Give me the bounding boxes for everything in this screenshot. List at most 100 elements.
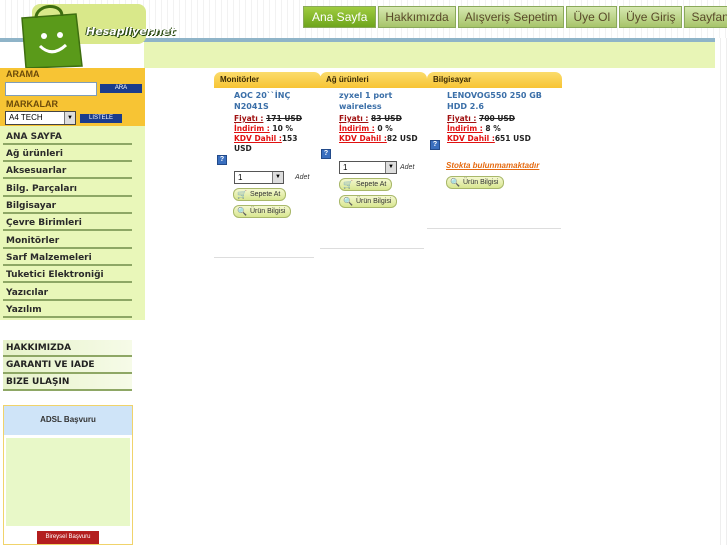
discount-value: 0 % [377,124,393,133]
discount-label: İndirim : [339,124,375,133]
quantity-select[interactable]: 1 ▼ [234,171,284,184]
category-item[interactable]: Bilg. Parçaları [3,181,132,197]
category-item[interactable]: Monitörler [3,233,132,249]
info-link-iletisim[interactable]: BIZE ULAŞIN [3,374,132,391]
product-info-label: Ürün Bilgisi [462,179,499,186]
price-row: Fiyatı : 700 USD [447,114,515,124]
product-info-button[interactable]: 🔍 Ürün Bilgisi [446,176,505,189]
add-to-cart-button[interactable]: 🛒 Sepete At [233,188,287,201]
quantity-select[interactable]: 1 ▼ [339,161,397,174]
add-to-cart-button[interactable]: 🛒 Sepete At [339,178,393,191]
kdv-row: KDV Dahil :651 USD [447,134,531,144]
category-item[interactable]: Yazılım [3,302,132,318]
category-menu: ANA SAYFA Ağ ürünleri Aksesuarlar Bilg. … [0,126,145,320]
discount-row: İndirim : 10 % [234,124,293,134]
product-card: Bilgisayar LENOVOG550 250 GB HDD 2.6 Fiy… [427,72,562,230]
price-value: 171 USD [266,114,303,123]
page: { "logo": {"text": "Hesapliyer.net"}, "n… [0,0,727,545]
info-link-garanti[interactable]: GARANTI VE IADE [3,357,132,374]
main-nav: Ana Sayfa Hakkımızda Alışveriş Sepetim Ü… [303,6,727,28]
product-category: Monitörler [214,72,321,88]
kdv-value: 82 USD [386,134,418,143]
search-button[interactable]: ARA [100,84,142,93]
price-value: 700 USD [479,114,516,123]
tab-uye-giris[interactable]: Üye Giriş [619,6,683,28]
info-menu: HAKKIMIZDA GARANTI VE IADE BIZE ULAŞIN [3,340,132,391]
price-row: Fiyatı : 83 USD [339,114,402,124]
category-item[interactable]: ANA SAYFA [3,129,132,145]
page-edge [715,38,727,545]
price-value: 83 USD [371,114,402,123]
product-name[interactable]: zyxel 1 port waireless [339,90,423,112]
question-icon[interactable]: ? [430,140,440,150]
price-label: Fiyatı : [447,114,477,123]
kdv-label: KDV Dahil : [234,134,282,143]
brand-selected-value: A4 TECH [9,113,43,122]
kdv-row: KDV Dahil :82 USD [339,134,418,144]
product-category: Bilgisayar [427,72,562,88]
cart-icon: 🛒 [237,190,247,199]
category-item[interactable]: Yazıcılar [3,285,132,301]
divider [320,248,424,249]
kdv-label: KDV Dahil : [339,134,387,143]
quantity-value: 1 [238,173,243,182]
search-panel: ARAMA ARA MARKALAR A4 TECH ▼ LISTELE [0,68,145,126]
out-of-stock-label: Stokta bulunmamaktadır [446,161,540,170]
category-item[interactable]: Sarf Malzemeleri [3,250,132,266]
price-label: Fiyatı : [234,114,264,123]
logo-text: Hesapliyer.net [86,25,176,38]
category-item[interactable]: Aksesuarlar [3,163,132,179]
cart-icon: 🛒 [343,180,353,189]
discount-row: İndirim : 0 % [339,124,393,134]
magnifier-icon: 🔍 [237,207,247,216]
chevron-down-icon: ▼ [385,162,396,173]
list-button[interactable]: LISTELE [80,114,122,123]
add-to-cart-label: Sepete At [355,181,387,188]
brand-select[interactable]: A4 TECH ▼ [5,111,76,125]
tab-hakkimizda[interactable]: Hakkımızda [378,6,456,28]
question-icon[interactable]: ? [321,149,331,159]
product-info-button[interactable]: 🔍 Ürün Bilgisi [233,205,292,218]
product-category: Ağ ürünleri [320,72,427,88]
product-info-button[interactable]: 🔍 Ürün Bilgisi [339,195,398,208]
adsl-banner [6,438,130,526]
tab-sayfaniz[interactable]: Sayfanız [684,6,727,28]
adsl-box: ADSL Başvuru Bireysel Başvuru [3,405,133,545]
kdv-value: 651 USD [494,134,531,143]
chevron-down-icon: ▼ [64,112,75,124]
add-to-cart-label: Sepete At [249,191,281,198]
magnifier-icon: 🔍 [343,197,353,206]
magnifier-icon: 🔍 [450,178,460,187]
category-item[interactable]: Ağ ürünleri [3,146,132,162]
product-name[interactable]: AOC 20``İNÇ N2041S [234,90,318,112]
sub-header-bar [144,42,727,68]
search-input[interactable] [5,82,97,96]
discount-label: İndirim : [447,124,483,133]
discount-value: 10 % [272,124,293,133]
tab-ana-sayfa[interactable]: Ana Sayfa [303,6,377,28]
product-card: Monitörler AOC 20``İNÇ N2041S Fiyatı : 1… [214,72,321,258]
kdv-label: KDV Dahil : [447,134,495,143]
quantity-unit: Adet [400,164,415,171]
kdv-row: KDV Dahil :153 USD [234,134,300,154]
tab-alisveris-sepetim[interactable]: Alışveriş Sepetim [457,6,565,28]
tab-uye-ol[interactable]: Üye Ol [566,6,618,28]
category-item[interactable]: Bilgisayar [3,198,132,214]
search-title: ARAMA [6,69,40,79]
category-item[interactable]: Tuketici Elektroniği [3,267,132,283]
price-label: Fiyatı : [339,114,369,123]
product-card: Ağ ürünleri zyxel 1 port waireless Fiyat… [320,72,427,249]
product-name[interactable]: LENOVOG550 250 GB HDD 2.6 [447,90,557,112]
adsl-apply-button[interactable]: Bireysel Başvuru [37,531,99,544]
product-info-label: Ürün Bilgisi [355,198,392,205]
discount-label: İndirim : [234,124,270,133]
discount-row: İndirim : 8 % [447,124,501,134]
info-link-hakkimizda[interactable]: HAKKIMIZDA [3,340,132,357]
product-info-label: Ürün Bilgisi [249,208,286,215]
site-logo[interactable]: Hesapliyer.net [18,2,175,69]
question-icon[interactable]: ? [217,155,227,165]
price-row: Fiyatı : 171 USD [234,114,302,124]
divider [427,228,561,229]
category-item[interactable]: Çevre Birimleri [3,215,132,231]
discount-value: 8 % [485,124,501,133]
